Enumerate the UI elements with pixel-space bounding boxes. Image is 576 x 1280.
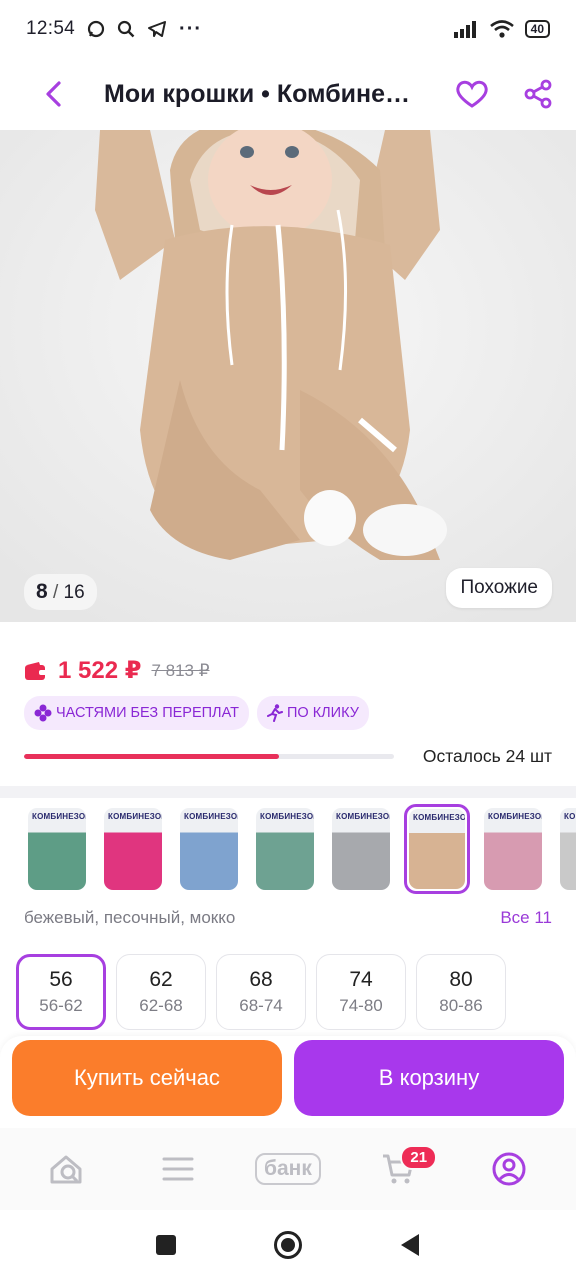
color-swatch-image: КОМБИНЕЗОН [560, 808, 576, 890]
color-swatch-image: КОМБИНЕЗОН [484, 808, 542, 890]
color-swatch-image: КОМБИНЕЗОН [28, 808, 86, 890]
size-option-main: 68 [249, 968, 273, 991]
size-option[interactable]: 80 80-86 [416, 954, 506, 1030]
size-option-range: 56-62 [39, 996, 83, 1015]
status-time: 12:54 [26, 18, 76, 39]
all-colors-link[interactable]: Все 11 [500, 908, 552, 928]
size-option-range: 74-80 [339, 996, 383, 1015]
product-image-gallery[interactable]: 8 / 16 Похожие [0, 130, 576, 622]
size-option[interactable]: 56 56-62 [16, 954, 106, 1030]
cart-count-badge: 21 [400, 1145, 438, 1170]
installments-badge-label: ЧАСТЯМИ БЕЗ ПЕРЕПЛАТ [56, 705, 239, 721]
color-swatch-label: КОМБИНЕЗОН [336, 812, 390, 821]
size-selector: 56 56-62 62 62-68 68 68-74 74 74-80 80 80-86 [16, 954, 506, 1030]
color-swatch[interactable]: КОМБИНЕЗОН [404, 804, 470, 894]
recent-apps-icon[interactable] [155, 1234, 177, 1256]
size-option[interactable]: 68 68-74 [216, 954, 306, 1030]
image-counter: 8 / 16 [24, 574, 97, 610]
size-option-main: 56 [49, 968, 73, 991]
home-button-icon[interactable] [273, 1230, 303, 1260]
size-option-main: 74 [349, 968, 373, 991]
section-divider [0, 786, 576, 798]
menu-icon [162, 1157, 194, 1181]
image-counter-current: 8 [36, 580, 48, 603]
one-click-badge[interactable]: ПО КЛИКУ [256, 696, 369, 730]
purchase-actions: Купить сейчас В корзину [0, 1036, 576, 1128]
nav-home[interactable] [27, 1139, 107, 1199]
price-card: 1 522 ₽ 7 813 ₽ ЧАСТЯМИ БЕЗ ПЕРЕПЛАТ ПО … [0, 622, 576, 790]
color-swatch-image: КОМБИНЕЗОН [332, 808, 390, 890]
color-swatch[interactable]: КОМБИНЕЗОН [328, 804, 394, 894]
color-swatch-label: КОМБИНЕЗОН [260, 812, 314, 821]
nav-catalog[interactable] [138, 1139, 218, 1199]
image-counter-total: 16 [63, 582, 85, 603]
size-option[interactable]: 74 74-80 [316, 954, 406, 1030]
color-swatch-image: КОМБИНЕЗОН [256, 808, 314, 890]
color-swatch[interactable]: КОМБИНЕЗОН [176, 804, 242, 894]
current-price: 1 522 ₽ [58, 657, 142, 684]
color-info: бежевый, песочный, мокко Все 11 [24, 908, 552, 928]
app-header: Мои крошки • Комбинезон [0, 58, 576, 130]
running-person-icon [266, 704, 283, 722]
stock-progress-bar [24, 754, 394, 759]
old-price: 7 813 ₽ [151, 660, 210, 680]
bottom-navigation: банк 21 [0, 1128, 576, 1210]
favorite-heart-icon[interactable] [456, 80, 488, 108]
color-swatch[interactable]: КОМБИНЕЗОН [556, 804, 576, 894]
size-option[interactable]: 62 62-68 [116, 954, 206, 1030]
profile-icon [492, 1152, 526, 1186]
color-swatch-label: КОМБИНЕЗОН [184, 812, 238, 821]
wallet-icon [25, 661, 47, 680]
nav-bank[interactable]: банк [248, 1139, 328, 1199]
color-swatch[interactable]: КОМБИНЕЗОН [252, 804, 318, 894]
telegram-icon [148, 21, 167, 37]
similar-items-button[interactable]: Похожие [446, 568, 552, 608]
messenger-icon [87, 20, 105, 38]
size-option-range: 68-74 [239, 996, 283, 1015]
nav-cart[interactable]: 21 [358, 1139, 438, 1199]
signal-icon [453, 21, 476, 38]
wifi-icon [489, 20, 514, 38]
installments-icon [34, 704, 52, 722]
color-swatch-image: КОМБИНЕЗОН [104, 808, 162, 890]
product-photo [0, 130, 576, 622]
color-swatch-image: КОМБИНЕЗОН [409, 809, 465, 889]
one-click-badge-label: ПО КЛИКУ [286, 705, 359, 721]
color-swatches: КОМБИНЕЗОН КОМБИНЕЗОН КОМБИНЕЗОН КОМБИНЕЗОН… [24, 804, 576, 898]
color-swatch-image: КОМБИНЕЗОН [180, 808, 238, 890]
selected-color-names: бежевый, песочный, мокко [24, 908, 236, 927]
stock-progress-fill [24, 754, 280, 759]
color-swatch-label: КОМБИНЕЗОН [488, 812, 542, 821]
color-swatch-label: КОМБИНЕЗОН [32, 812, 86, 821]
status-bar: 12:54 ··· 40 [0, 0, 576, 58]
color-swatch[interactable]: КОМБИНЕЗОН [100, 804, 166, 894]
back-button-icon[interactable] [399, 1233, 421, 1257]
search-icon [117, 20, 135, 38]
back-arrow-icon[interactable] [44, 80, 64, 108]
add-to-cart-button[interactable]: В корзину [294, 1040, 564, 1116]
bank-label: банк [255, 1153, 321, 1185]
page-title: Мои крошки • Комбинезон [104, 79, 414, 108]
buy-now-button[interactable]: Купить сейчас [12, 1040, 282, 1116]
color-swatch[interactable]: КОМБИНЕЗОН [24, 804, 90, 894]
stock-remaining-text: Осталось 24 шт [422, 746, 552, 766]
size-option-main: 80 [449, 968, 473, 991]
system-navigation [0, 1210, 576, 1280]
color-swatch-label: КОМБИНЕЗОН [413, 813, 465, 822]
color-swatch-label: КОМБИНЕЗОН [564, 812, 576, 821]
share-icon[interactable] [524, 79, 552, 109]
color-swatch-label: КОМБИНЕЗОН [108, 812, 162, 821]
more-icon: ··· [179, 17, 203, 40]
image-counter-separator: / [47, 582, 64, 603]
color-swatch[interactable]: КОМБИНЕЗОН [480, 804, 546, 894]
size-option-range: 62-68 [139, 996, 183, 1015]
size-option-range: 80-86 [439, 996, 483, 1015]
home-search-icon [50, 1155, 82, 1184]
installments-badge[interactable]: ЧАСТЯМИ БЕЗ ПЕРЕПЛАТ [24, 696, 249, 730]
battery-icon: 40 [524, 20, 550, 38]
nav-profile[interactable] [469, 1139, 549, 1199]
size-option-main: 62 [149, 968, 173, 991]
